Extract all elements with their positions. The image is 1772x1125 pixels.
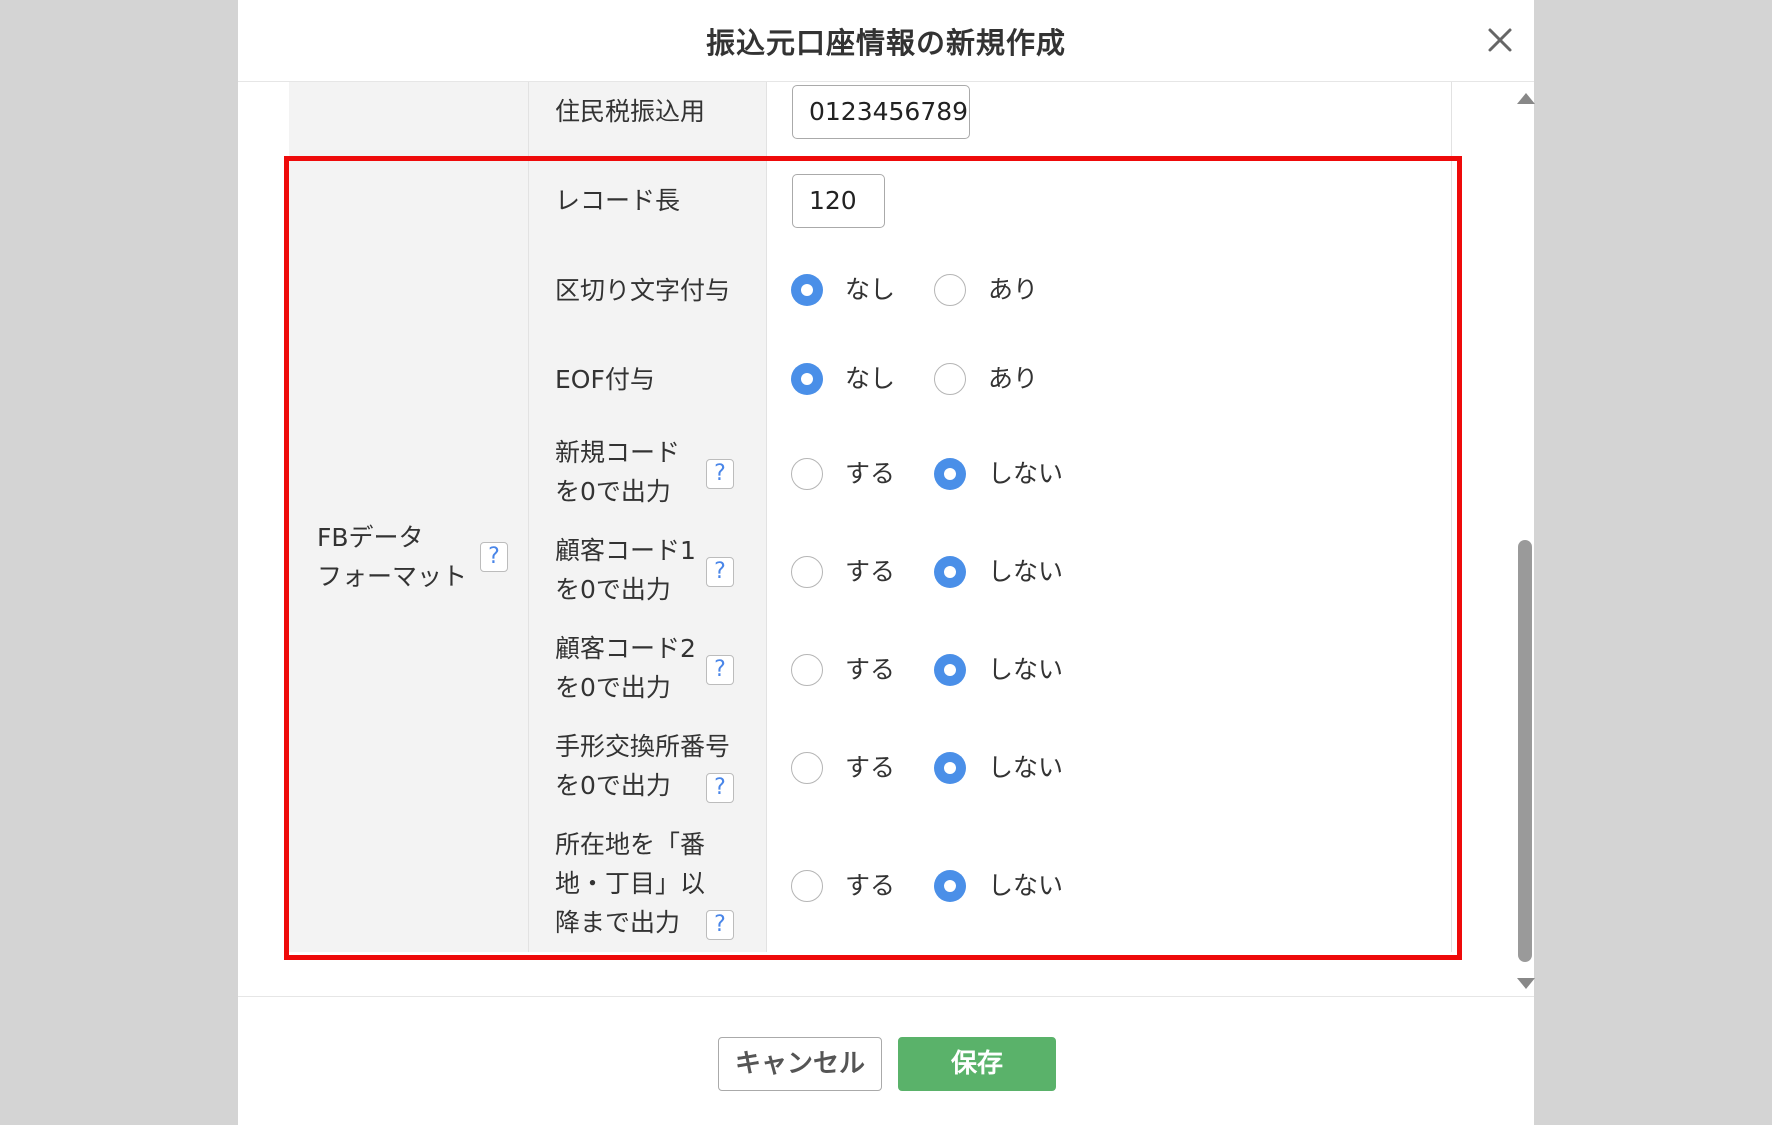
resident-tax-input[interactable]: 0123456789 (792, 85, 970, 139)
scrollbar-thumb[interactable] (1518, 540, 1532, 962)
dialog-footer: キャンセル 保存 (238, 996, 1534, 1125)
previous-group-cell (289, 82, 528, 157)
dialog-header: 振込元口座情報の新規作成 (238, 0, 1534, 82)
resident-tax-label: 住民税振込用 (555, 97, 706, 126)
highlight-frame (284, 156, 1462, 960)
scroll-down-icon[interactable] (1517, 978, 1535, 989)
cancel-button[interactable]: キャンセル (718, 1037, 882, 1091)
dialog-title: 振込元口座情報の新規作成 (705, 26, 1066, 60)
save-button[interactable]: 保存 (898, 1037, 1056, 1091)
close-icon[interactable] (1482, 22, 1518, 58)
scroll-up-icon[interactable] (1517, 93, 1535, 104)
